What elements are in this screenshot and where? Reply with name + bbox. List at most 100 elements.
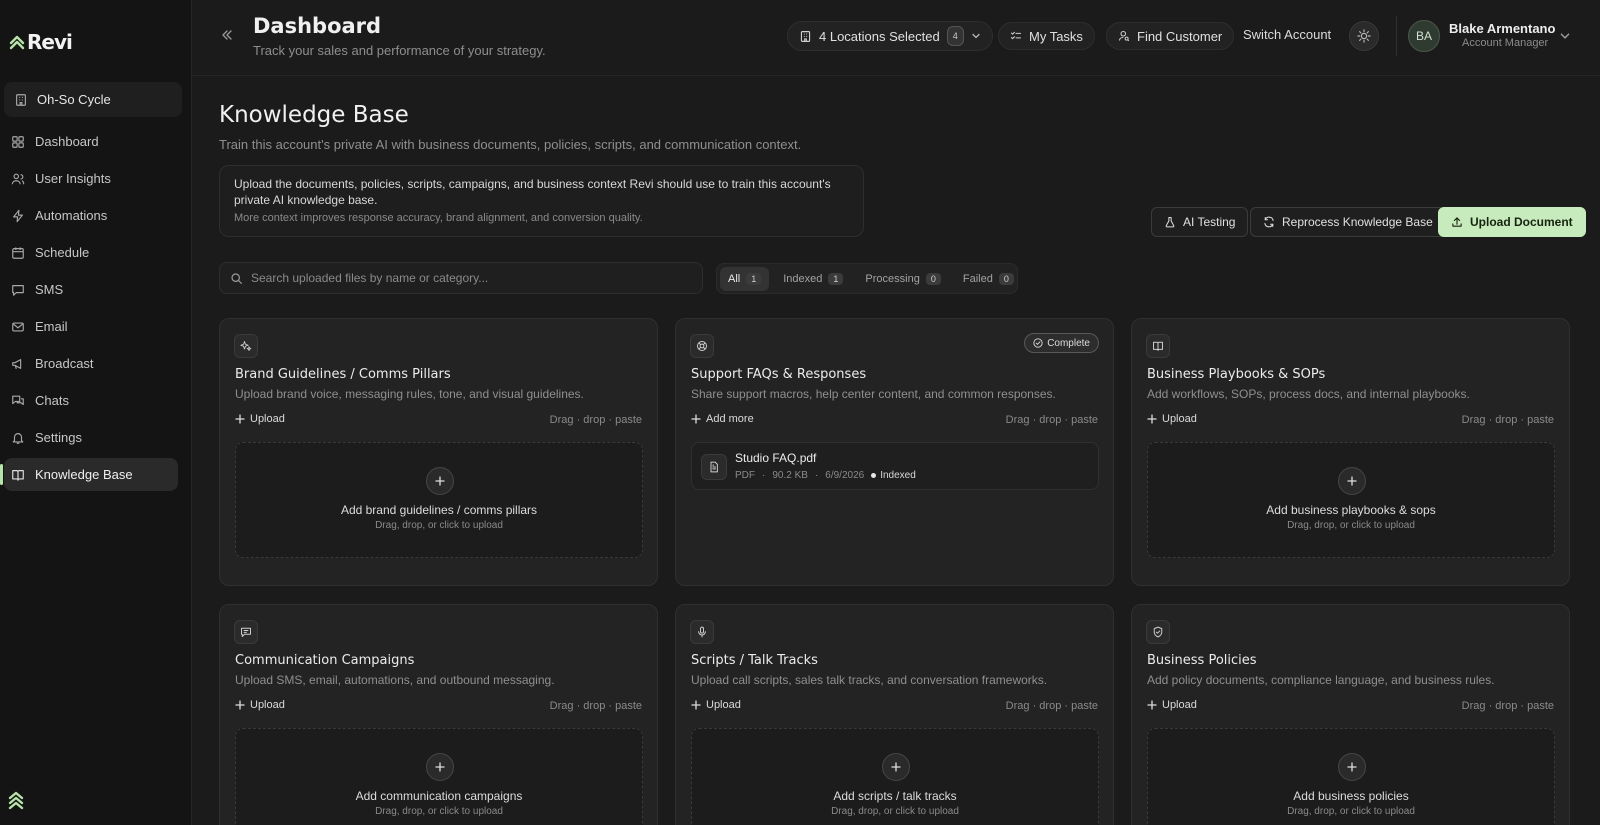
sidebar-item-label: User Insights	[35, 171, 111, 186]
collapse-sidebar-button[interactable]	[221, 29, 233, 41]
sidebar-item-automations[interactable]: Automations	[4, 199, 178, 232]
dropzone-title: Add business policies	[1293, 789, 1409, 803]
locations-label: 4 Locations Selected	[819, 28, 940, 44]
dropzone[interactable]: Add business policies Drag, drop, or cli…	[1147, 728, 1555, 825]
card-title: Business Playbooks & SOPs	[1147, 367, 1326, 382]
file-type: PDF	[735, 470, 755, 481]
calendar-icon	[12, 246, 24, 259]
locations-selector[interactable]: 4 Locations Selected 4	[787, 21, 993, 51]
locations-count-badge: 4	[946, 26, 964, 46]
file-row[interactable]: Studio FAQ.pdf PDF · 90.2 KB · 6/9/2026 …	[691, 442, 1099, 490]
sidebar-item-label: Broadcast	[35, 356, 94, 371]
plus-icon	[1147, 414, 1157, 424]
dropzone[interactable]: Add communication campaigns Drag, drop, …	[235, 728, 643, 825]
drag-drop-hint: Drag · drop · paste	[1461, 414, 1554, 426]
file-meta: PDF · 90.2 KB · 6/9/2026 Indexed	[735, 470, 916, 481]
account-selector[interactable]: Oh-So Cycle	[4, 82, 182, 117]
account-name: Oh-So Cycle	[37, 92, 111, 107]
card-description: Upload brand voice, messaging rules, ton…	[235, 387, 584, 401]
sidebar-item-label: Settings	[35, 430, 82, 445]
sidebar-item-label: Email	[35, 319, 68, 334]
find-customer-button[interactable]: Find Customer	[1106, 22, 1235, 50]
upload-label: Upload	[250, 699, 285, 711]
card-upload-button[interactable]: Upload	[1147, 413, 1197, 425]
card-upload-button[interactable]: Upload	[1147, 699, 1197, 711]
plus-icon	[426, 467, 454, 495]
switch-account-link[interactable]: Switch Account	[1243, 27, 1331, 42]
sun-icon	[1357, 29, 1371, 43]
file-status-label: Indexed	[880, 470, 916, 481]
page-title: Dashboard	[253, 14, 382, 38]
building-icon	[16, 93, 26, 106]
filter-count: 1	[746, 272, 762, 285]
sidebar-nav: Dashboard User Insights Automations Sche…	[0, 125, 192, 495]
info-small-text: More context improves response accuracy,…	[234, 212, 643, 224]
avatar[interactable]: BA	[1408, 20, 1440, 52]
plus-icon	[1338, 467, 1366, 495]
filter-all[interactable]: All 1	[720, 266, 770, 291]
add-more-label: Add more	[706, 413, 754, 425]
file-name: Studio FAQ.pdf	[735, 451, 817, 465]
reprocess-kb-button[interactable]: Reprocess Knowledge Base	[1250, 207, 1446, 237]
info-main-text: Upload the documents, policies, scripts,…	[234, 177, 831, 207]
chevrons-up-logo-icon	[9, 35, 25, 50]
sidebar-item-schedule[interactable]: Schedule	[4, 236, 178, 269]
sidebar-item-chats[interactable]: Chats	[4, 384, 178, 417]
file-text-icon	[701, 454, 727, 480]
sidebar-item-sms[interactable]: SMS	[4, 273, 178, 306]
file-search	[219, 262, 703, 294]
card-upload-button[interactable]: Upload	[235, 413, 285, 425]
ai-testing-button[interactable]: AI Testing	[1151, 207, 1249, 237]
sidebar-item-label: Knowledge Base	[35, 467, 133, 482]
chevrons-left-icon	[222, 30, 232, 40]
dropzone[interactable]: Add scripts / talk tracks Drag, drop, or…	[691, 728, 1099, 825]
filter-count: 0	[925, 272, 941, 285]
plus-icon	[1338, 753, 1366, 781]
filter-indexed[interactable]: Indexed 1	[775, 267, 851, 291]
card-add-more-button[interactable]: Add more	[691, 413, 754, 425]
drag-drop-hint: Drag · drop · paste	[549, 700, 642, 712]
sidebar-item-label: Automations	[35, 208, 108, 223]
sidebar-item-broadcast[interactable]: Broadcast	[4, 347, 178, 380]
dropzone[interactable]: Add brand guidelines / comms pillars Dra…	[235, 442, 643, 558]
top-header: Dashboard Track your sales and performan…	[192, 0, 1600, 76]
card-upload-button[interactable]: Upload	[235, 699, 285, 711]
my-tasks-button[interactable]: My Tasks	[998, 22, 1095, 50]
sidebar-item-dashboard[interactable]: Dashboard	[4, 125, 178, 158]
my-tasks-label: My Tasks	[1029, 28, 1083, 44]
bottom-logo[interactable]	[7, 790, 25, 812]
bolt-icon	[13, 209, 23, 222]
sidebar-item-user-insights[interactable]: User Insights	[4, 162, 178, 195]
reprocess-label: Reprocess Knowledge Base	[1282, 215, 1433, 229]
filter-label: Failed	[962, 272, 993, 285]
filter-failed[interactable]: Failed 0	[955, 267, 1022, 291]
sidebar-item-knowledge-base[interactable]: Knowledge Base	[0, 458, 178, 491]
meta-separator: ·	[762, 470, 766, 481]
drag-drop-hint: Drag · drop · paste	[1461, 700, 1554, 712]
megaphone-icon	[12, 358, 22, 369]
users-icon	[11, 173, 25, 184]
card-upload-button[interactable]: Upload	[691, 699, 741, 711]
mic-icon	[690, 620, 714, 644]
sidebar-item-label: Dashboard	[35, 134, 99, 149]
revi-logo[interactable]: Revi	[9, 30, 73, 54]
card-description: Add policy documents, compliance languag…	[1147, 673, 1495, 687]
theme-toggle-button[interactable]	[1349, 21, 1379, 51]
user-menu-chevron[interactable]	[1559, 30, 1571, 42]
upload-document-button[interactable]: Upload Document	[1438, 207, 1586, 237]
filter-processing[interactable]: Processing 0	[857, 267, 948, 291]
dropzone-subtitle: Drag, drop, or click to upload	[1287, 520, 1415, 531]
card-title: Communication Campaigns	[235, 653, 415, 668]
shield-check-icon	[1146, 620, 1170, 644]
dropzone[interactable]: Add business playbooks & sops Drag, drop…	[1147, 442, 1555, 558]
chevron-down-icon	[1560, 33, 1570, 39]
card-title: Scripts / Talk Tracks	[691, 653, 818, 668]
bell-icon	[12, 432, 24, 444]
kb-card-brand-guidelines: Brand Guidelines / Comms Pillars Upload …	[219, 318, 658, 586]
sidebar-item-email[interactable]: Email	[4, 310, 178, 343]
status-badge-label: Complete	[1047, 337, 1090, 349]
search-icon	[231, 272, 242, 284]
chevron-down-icon	[972, 33, 980, 39]
search-input[interactable]	[251, 271, 691, 285]
sidebar-item-settings[interactable]: Settings	[4, 421, 178, 454]
